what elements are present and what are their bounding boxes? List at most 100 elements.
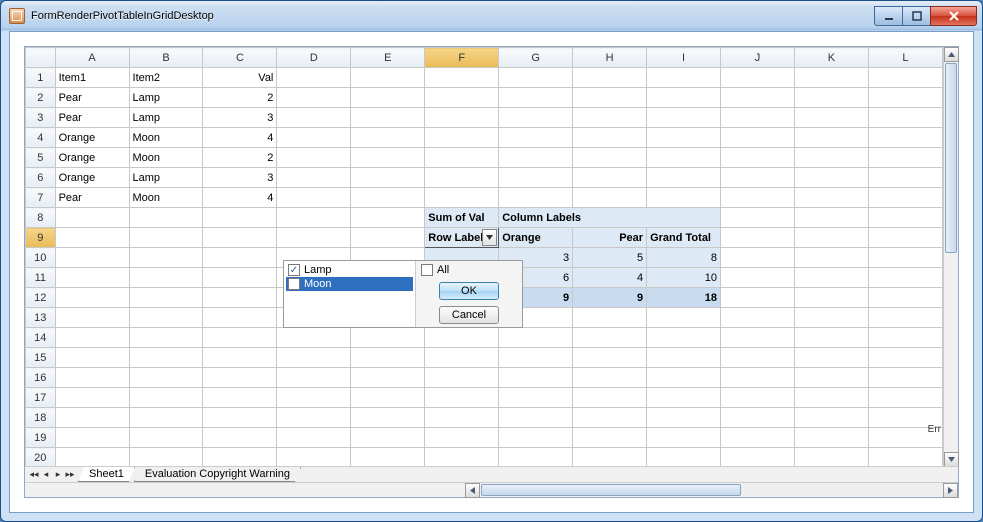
cell-I5[interactable] xyxy=(647,148,721,168)
cell-C18[interactable] xyxy=(203,408,277,428)
row-header-8[interactable]: 8 xyxy=(26,208,56,228)
cell-H1[interactable] xyxy=(573,68,647,88)
cell-A18[interactable] xyxy=(55,408,129,428)
cell-H10[interactable]: 5 xyxy=(573,248,647,268)
cell-A20[interactable] xyxy=(55,448,129,468)
cell-C7[interactable]: 4 xyxy=(203,188,277,208)
cell-C2[interactable]: 2 xyxy=(203,88,277,108)
cell-E5[interactable] xyxy=(351,148,425,168)
cell-D14[interactable] xyxy=(277,328,351,348)
cell-J2[interactable] xyxy=(721,88,795,108)
cell-C3[interactable]: 3 xyxy=(203,108,277,128)
row-header-12[interactable]: 12 xyxy=(26,288,56,308)
cell-A5[interactable]: Orange xyxy=(55,148,129,168)
filter-item-moon[interactable]: Moon xyxy=(286,277,413,291)
cell-L8[interactable] xyxy=(868,208,942,228)
cell-F3[interactable] xyxy=(425,108,499,128)
cell-F4[interactable] xyxy=(425,128,499,148)
cell-I12[interactable]: 18 xyxy=(647,288,721,308)
cell-J14[interactable] xyxy=(721,328,795,348)
filter-all-checkbox[interactable] xyxy=(421,264,433,276)
cell-D4[interactable] xyxy=(277,128,351,148)
row-header-19[interactable]: 19 xyxy=(26,428,56,448)
cell-K15[interactable] xyxy=(794,348,868,368)
cell-A1[interactable]: Item1 xyxy=(55,68,129,88)
cell-I18[interactable] xyxy=(647,408,721,428)
cell-E17[interactable] xyxy=(351,388,425,408)
tab-sheet1[interactable]: Sheet1 xyxy=(78,467,135,482)
cell-A15[interactable] xyxy=(55,348,129,368)
cell-D15[interactable] xyxy=(277,348,351,368)
cell-L16[interactable] xyxy=(868,368,942,388)
scroll-up-button[interactable] xyxy=(944,47,959,62)
cell-J1[interactable] xyxy=(721,68,795,88)
cell-K19[interactable] xyxy=(794,428,868,448)
cell-L13[interactable] xyxy=(868,308,942,328)
col-header-I[interactable]: I xyxy=(647,48,721,68)
cell-B18[interactable] xyxy=(129,408,203,428)
cell-J6[interactable] xyxy=(721,168,795,188)
tab-last-button[interactable]: ▸▸ xyxy=(65,470,75,480)
row-header-4[interactable]: 4 xyxy=(26,128,56,148)
cell-L12[interactable] xyxy=(868,288,942,308)
cell-F8[interactable]: Sum of Val xyxy=(425,208,499,228)
cell-J4[interactable] xyxy=(721,128,795,148)
col-header-A[interactable]: A xyxy=(55,48,129,68)
cell-J10[interactable] xyxy=(721,248,795,268)
cell-E19[interactable] xyxy=(351,428,425,448)
filter-list[interactable]: ✓LampMoon xyxy=(284,261,416,327)
cell-A16[interactable] xyxy=(55,368,129,388)
cell-C10[interactable] xyxy=(203,248,277,268)
cell-G9[interactable]: Orange xyxy=(499,228,573,248)
cell-G3[interactable] xyxy=(499,108,573,128)
maximize-button[interactable] xyxy=(903,6,930,26)
cell-C16[interactable] xyxy=(203,368,277,388)
row-header-17[interactable]: 17 xyxy=(26,388,56,408)
ok-button[interactable]: OK xyxy=(439,282,499,300)
cell-G5[interactable] xyxy=(499,148,573,168)
cell-E18[interactable] xyxy=(351,408,425,428)
cell-B19[interactable] xyxy=(129,428,203,448)
cell-L14[interactable] xyxy=(868,328,942,348)
scroll-left-button[interactable] xyxy=(465,483,480,498)
cell-F1[interactable] xyxy=(425,68,499,88)
cell-C8[interactable] xyxy=(203,208,277,228)
cell-H19[interactable] xyxy=(573,428,647,448)
cell-K4[interactable] xyxy=(794,128,868,148)
tab-prev-button[interactable]: ◂ xyxy=(41,470,51,480)
cell-H2[interactable] xyxy=(573,88,647,108)
worksheet-grid[interactable]: ABCDEFGHIJKL1Item1Item2Val2PearLamp23Pea… xyxy=(25,47,943,467)
cell-I1[interactable] xyxy=(647,68,721,88)
row-header-16[interactable]: 16 xyxy=(26,368,56,388)
cell-F17[interactable] xyxy=(425,388,499,408)
cell-F9[interactable]: Row Labels xyxy=(425,228,499,248)
cell-G16[interactable] xyxy=(499,368,573,388)
cell-B5[interactable]: Moon xyxy=(129,148,203,168)
cell-H20[interactable] xyxy=(573,448,647,468)
cell-I19[interactable] xyxy=(647,428,721,448)
cell-J11[interactable] xyxy=(721,268,795,288)
cell-G6[interactable] xyxy=(499,168,573,188)
tab-first-button[interactable]: ◂◂ xyxy=(29,470,39,480)
row-header-3[interactable]: 3 xyxy=(26,108,56,128)
cell-L1[interactable] xyxy=(868,68,942,88)
cell-H17[interactable] xyxy=(573,388,647,408)
cell-I7[interactable] xyxy=(647,188,721,208)
cell-K7[interactable] xyxy=(794,188,868,208)
cell-C17[interactable] xyxy=(203,388,277,408)
cell-K18[interactable] xyxy=(794,408,868,428)
cell-D19[interactable] xyxy=(277,428,351,448)
filter-checkbox-moon[interactable] xyxy=(288,278,300,290)
cell-K11[interactable] xyxy=(794,268,868,288)
cell-I6[interactable] xyxy=(647,168,721,188)
cell-H6[interactable] xyxy=(573,168,647,188)
cell-L3[interactable] xyxy=(868,108,942,128)
cell-D20[interactable] xyxy=(277,448,351,468)
cell-B11[interactable] xyxy=(129,268,203,288)
cell-A9[interactable] xyxy=(55,228,129,248)
row-header-10[interactable]: 10 xyxy=(26,248,56,268)
cell-J19[interactable] xyxy=(721,428,795,448)
row-header-13[interactable]: 13 xyxy=(26,308,56,328)
col-header-B[interactable]: B xyxy=(129,48,203,68)
cell-C4[interactable]: 4 xyxy=(203,128,277,148)
